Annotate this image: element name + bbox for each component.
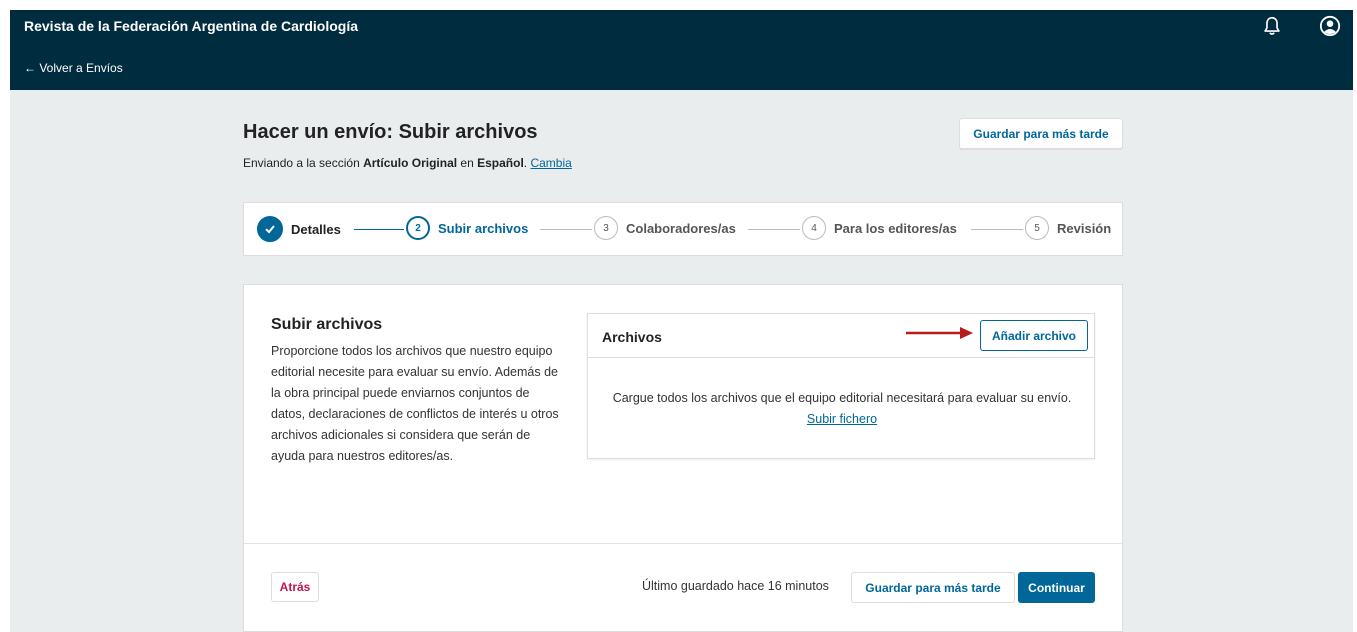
check-icon: [257, 216, 283, 242]
upload-heading: Subir archivos: [271, 316, 383, 333]
submission-steps: Detalles 2 Subir archivos 3 Colaboradore…: [243, 202, 1123, 256]
section-prefix: Enviando a la sección: [243, 156, 364, 170]
files-empty-message: Cargue todos los archivos que el equipo …: [612, 388, 1072, 430]
change-section-link[interactable]: Cambia: [530, 156, 571, 170]
save-for-later-button-bottom[interactable]: Guardar para más tarde: [851, 572, 1015, 603]
step-connector: [540, 229, 592, 230]
back-button[interactable]: Atrás: [271, 572, 319, 602]
continue-button[interactable]: Continuar: [1018, 572, 1095, 603]
upload-file-link[interactable]: Subir fichero: [807, 412, 877, 426]
add-file-button[interactable]: Añadir archivo: [980, 320, 1088, 351]
save-for-later-button-top[interactable]: Guardar para más tarde: [959, 118, 1123, 149]
arrow-right-icon: [906, 327, 973, 339]
footer-divider: [244, 543, 1122, 544]
section-info: Enviando a la sección Artículo Original …: [243, 156, 572, 170]
upload-panel: Subir archivos Proporcione todos los arc…: [243, 284, 1123, 632]
step-review[interactable]: 5 Revisión: [1025, 216, 1111, 240]
page-title: Hacer un envío: Subir archivos: [243, 121, 538, 143]
step-label: Para los editores/as: [834, 220, 957, 236]
step-upload-files[interactable]: 2 Subir archivos: [406, 216, 528, 240]
step-connector: [748, 229, 800, 230]
step-connector: [354, 229, 404, 230]
step-connector: [971, 229, 1023, 230]
files-empty-text: Cargue todos los archivos que el equipo …: [612, 391, 1072, 405]
files-title: Archivos: [602, 329, 662, 345]
bell-icon[interactable]: [1261, 15, 1283, 37]
upload-description: Proporcione todos los archivos que nuest…: [271, 344, 559, 463]
step-number: 3: [594, 216, 618, 240]
step-number: 4: [802, 216, 826, 240]
files-header: Archivos Añadir archivo: [588, 314, 1094, 358]
step-label: Colaboradores/as: [626, 220, 736, 236]
section-language: Español: [477, 156, 524, 170]
site-title[interactable]: Revista de la Federación Argentina de Ca…: [24, 18, 358, 34]
top-navbar: Revista de la Federación Argentina de Ca…: [10, 10, 1353, 90]
step-for-editors[interactable]: 4 Para los editores/as: [802, 216, 957, 240]
step-number: 5: [1025, 216, 1049, 240]
step-details[interactable]: Detalles: [257, 216, 341, 242]
user-circle-icon[interactable]: [1319, 15, 1341, 37]
back-to-submissions-link[interactable]: ← Volver a Envíos: [24, 61, 123, 75]
section-name: Artículo Original: [363, 156, 458, 170]
step-label: Subir archivos: [438, 220, 529, 236]
step-number: 2: [406, 216, 430, 240]
section-mid: en: [457, 156, 478, 170]
last-saved-status: Último guardado hace 16 minutos: [642, 579, 829, 593]
step-label: Revisión: [1057, 220, 1112, 236]
app-frame: Revista de la Federación Argentina de Ca…: [10, 10, 1353, 632]
step-contributors[interactable]: 3 Colaboradores/as: [594, 216, 736, 240]
step-label: Detalles: [291, 221, 341, 237]
files-box: Archivos Añadir archivo Cargue todos los…: [587, 313, 1095, 459]
